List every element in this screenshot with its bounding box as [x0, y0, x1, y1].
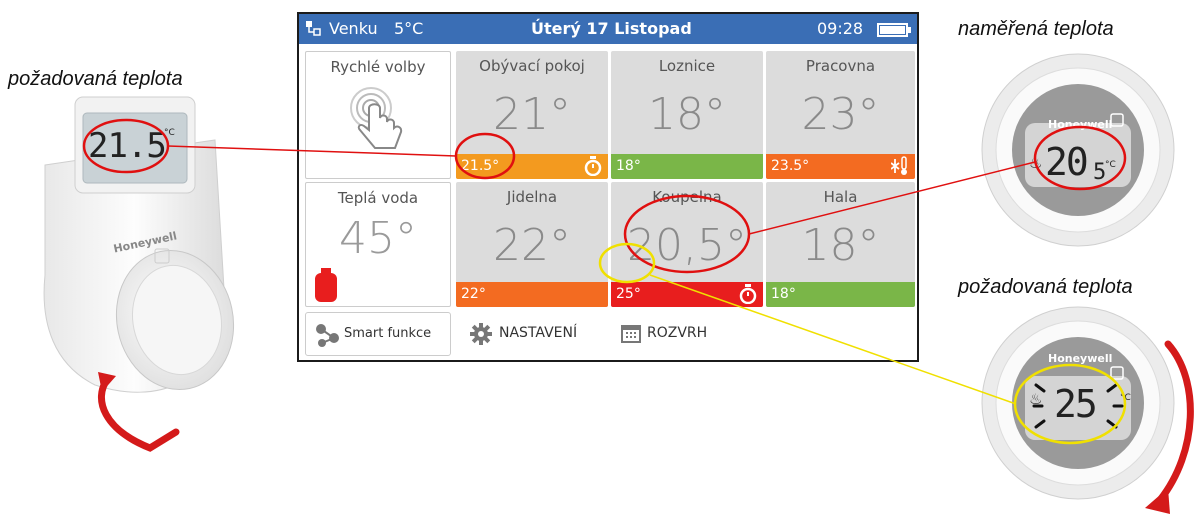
room-temp: 21°	[493, 89, 571, 140]
trv-display-value: 21.5	[88, 126, 167, 166]
touch-hand-icon	[350, 87, 403, 149]
timer-icon	[584, 156, 602, 176]
hot-water-value: 45°	[339, 213, 417, 264]
room-tile-hala[interactable]: Hala 18° 18°	[766, 182, 915, 307]
setpoint-value: 21.5°	[461, 158, 500, 174]
setpoint-value: 22°	[461, 286, 486, 302]
room-temp: 18°	[648, 89, 726, 140]
room-tile-jidelna[interactable]: Jidelna 22° 22°	[456, 182, 608, 307]
room-temp: 23°	[801, 89, 880, 140]
setpoint-value: 18°	[616, 158, 641, 174]
caption-left-setpoint: požadovaná teplota	[8, 68, 183, 90]
setpoint-value: 25°	[616, 286, 641, 302]
room-temp: 22°	[493, 220, 571, 271]
timer-icon	[739, 284, 757, 304]
room-name: Pracovna	[805, 57, 876, 75]
settings-button[interactable]: NASTAVENÍ	[469, 312, 609, 356]
room-tile-koupelna[interactable]: Koupelna 20,5° 25°	[611, 182, 763, 307]
room-name: Jidelna	[506, 188, 558, 206]
snowflake-thermometer-icon	[891, 156, 907, 175]
round-brand-logo-1: Honeywell	[1048, 118, 1113, 131]
setpoint-bar: 18°	[766, 282, 915, 307]
room-tile-loznice[interactable]: Loznice 18° 18°	[611, 51, 763, 179]
room-name: Loznice	[658, 57, 716, 75]
room-temp: 20,5°	[627, 220, 747, 271]
schedule-label: ROZVRH	[647, 325, 708, 341]
round-measured-unit: °C	[1105, 160, 1116, 170]
room-tile-pracovna[interactable]: Pracovna 23° 23.5°	[766, 51, 915, 179]
water-tank-icon	[315, 268, 337, 302]
schedule-button[interactable]: ROZVRH	[621, 312, 761, 356]
network-icon	[306, 21, 321, 36]
date-text: Úterý 17 Listopad	[531, 19, 692, 38]
quick-choices-label: Rychlé volby	[330, 58, 426, 76]
flame-icon: ♨	[1029, 154, 1043, 172]
setpoint-value: 23.5°	[771, 158, 810, 174]
caption-measured: naměřená teplota	[958, 18, 1114, 40]
room-name: Koupelna	[652, 188, 722, 206]
clock: 09:28	[817, 19, 864, 38]
smart-functions-button[interactable]: Smart funkce	[305, 312, 451, 356]
smart-nodes-icon	[316, 324, 339, 347]
room-tile-obyvaci-pokoj[interactable]: Obývací pokoj 21° 21.5°	[456, 51, 608, 179]
setpoint-bar: 22°	[456, 282, 608, 307]
setpoint-bar: 23.5°	[766, 154, 915, 179]
setpoint-value: 18°	[771, 286, 796, 302]
top-bar: Venku 5°C Úterý 17 Listopad 09:28	[299, 14, 917, 44]
round-setpoint-unit: °C	[1120, 393, 1131, 403]
setpoint-bar: 25°	[611, 282, 763, 307]
setpoint-bar: 21.5°	[456, 154, 608, 179]
outside-temp: 5°C	[394, 19, 424, 38]
round-setpoint-value: 25	[1054, 382, 1098, 426]
gear-icon	[470, 323, 492, 345]
hot-water-tile[interactable]: Teplá voda 45°	[305, 182, 451, 307]
room-name: Hala	[823, 188, 858, 206]
room-name: Obývací pokoj	[479, 57, 585, 75]
smart-functions-label: Smart funkce	[344, 326, 432, 341]
controller-screen: Venku 5°C Úterý 17 Listopad 09:28 Rychlé…	[297, 12, 919, 362]
settings-label: NASTAVENÍ	[499, 325, 578, 341]
trv-unit: °C	[164, 128, 175, 138]
outside-label: Venku	[329, 19, 378, 38]
round-measured-value: 20	[1045, 140, 1089, 184]
setpoint-bar: 18°	[611, 154, 763, 179]
quick-choices-tile[interactable]: Rychlé volby	[305, 51, 451, 179]
hot-water-label: Teplá voda	[337, 189, 419, 207]
battery-icon	[877, 23, 911, 37]
caption-right-setpoint: požadovaná teplota	[958, 276, 1133, 298]
calendar-icon	[621, 325, 641, 343]
round-brand-logo-2: Honeywell	[1048, 352, 1113, 365]
room-temp: 18°	[801, 220, 880, 271]
flame-icon: ♨	[1029, 390, 1043, 408]
